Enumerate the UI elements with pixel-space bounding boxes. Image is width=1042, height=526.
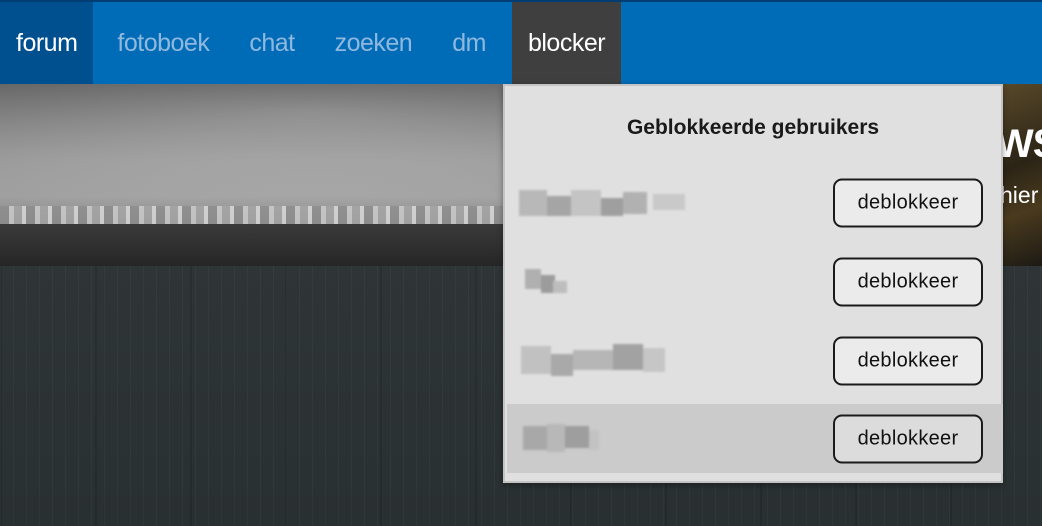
blocked-user-row: deblokkeer — [507, 168, 1003, 237]
blocked-user-row: deblokkeer — [507, 326, 1003, 395]
dropdown-title: Geblokkeerde gebruikers — [626, 116, 880, 139]
nav-item-dm[interactable]: dm — [436, 2, 502, 84]
blocked-username-redacted — [519, 186, 689, 220]
nav-item-blocker[interactable]: blocker — [511, 2, 622, 84]
blocked-username-redacted — [525, 265, 569, 299]
nav-item-zoeken[interactable]: zoeken — [319, 2, 429, 84]
blocker-dropdown: Geblokkeerde gebruikers deblokkeer deblo… — [503, 84, 1003, 483]
nav-item-chat[interactable]: chat — [233, 2, 310, 84]
blocked-user-row: deblokkeer — [507, 247, 1003, 316]
blocked-user-row: deblokkeer — [507, 404, 1003, 473]
unblock-button[interactable]: deblokkeer — [833, 414, 983, 463]
nav-item-fotoboek[interactable]: fotoboek — [101, 2, 225, 84]
blocked-username-redacted — [523, 422, 599, 456]
nav-item-forum[interactable]: forum — [0, 2, 94, 84]
blocked-username-redacted — [521, 343, 665, 378]
hero-subtitle: hier — [1000, 182, 1039, 208]
unblock-button[interactable]: deblokkeer — [833, 257, 983, 306]
unblock-button[interactable]: deblokkeer — [833, 178, 983, 227]
main-nav: forum fotoboek chat zoeken dm blocker — [0, 0, 1042, 84]
unblock-button[interactable]: deblokkeer — [833, 336, 983, 385]
